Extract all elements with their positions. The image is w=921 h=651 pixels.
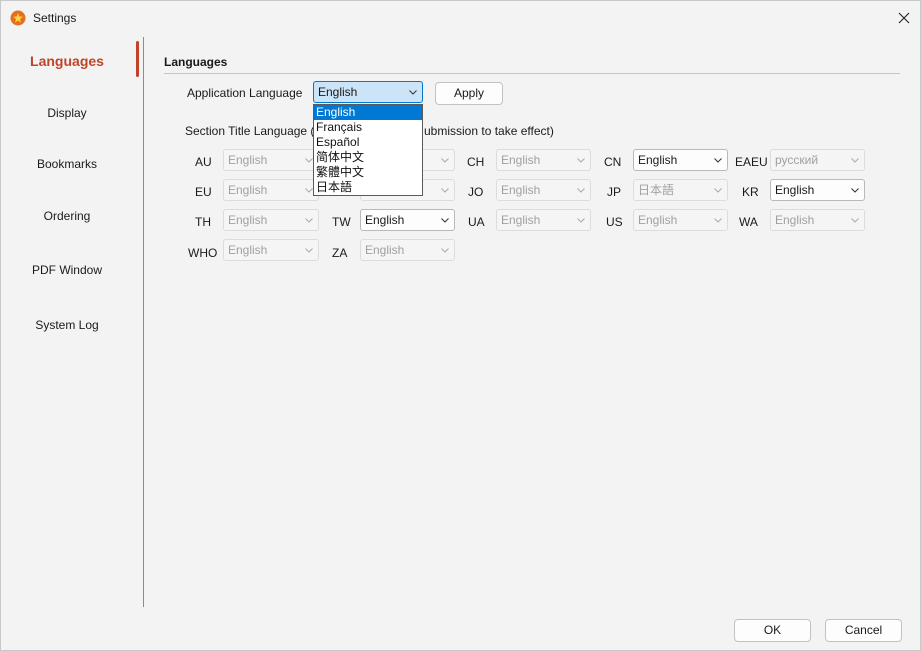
region-code-za: ZA	[332, 246, 348, 260]
language-option-japanese[interactable]: 日本語	[314, 180, 422, 195]
chevron-down-icon	[577, 158, 585, 163]
region-code-wa: WA	[739, 215, 758, 229]
region-code-au: AU	[195, 155, 212, 169]
region-code-kr: KR	[742, 185, 759, 199]
language-option-english[interactable]: English	[314, 105, 422, 120]
sidebar: Languages Display Bookmarks Ordering PDF…	[1, 35, 143, 607]
close-icon	[898, 12, 910, 24]
section-title-language-hint-left: Section Title Language (	[185, 124, 315, 138]
sidebar-item-ordering[interactable]: Ordering	[1, 209, 133, 223]
region-code-th: TH	[195, 215, 211, 229]
chevron-down-icon	[851, 218, 859, 223]
region-code-eu: EU	[195, 185, 212, 199]
region-select-who[interactable]: English	[223, 239, 319, 261]
sidebar-item-display[interactable]: Display	[1, 106, 133, 120]
region-value-th: English	[228, 213, 268, 227]
title-bar: Settings	[1, 1, 920, 35]
sidebar-item-languages[interactable]: Languages	[1, 53, 133, 69]
region-select-ch[interactable]: English	[496, 149, 591, 171]
sidebar-item-bookmarks[interactable]: Bookmarks	[1, 157, 133, 171]
app-logo-icon	[10, 10, 26, 26]
chevron-down-icon	[851, 188, 859, 193]
region-value-ch: English	[501, 153, 541, 167]
region-select-th[interactable]: English	[223, 209, 319, 231]
chevron-down-icon	[409, 90, 417, 95]
region-value-eaeu: русский	[775, 153, 819, 167]
chevron-down-icon	[577, 218, 585, 223]
close-button[interactable]	[889, 3, 919, 33]
chevron-down-icon	[441, 188, 449, 193]
languages-panel: Languages Application Language English A…	[144, 35, 920, 607]
client-area: Languages Display Bookmarks Ordering PDF…	[1, 35, 920, 650]
active-item-marker	[136, 41, 139, 77]
language-option-espanol[interactable]: Español	[314, 135, 422, 150]
ok-button[interactable]: OK	[734, 619, 811, 642]
region-value-tw: English	[365, 213, 405, 227]
region-code-jp: JP	[607, 185, 622, 199]
region-code-us: US	[606, 215, 623, 229]
language-option-simplified-chinese[interactable]: 简体中文	[314, 150, 422, 165]
sidebar-item-system-log[interactable]: System Log	[1, 318, 133, 332]
sidebar-item-pdf-window[interactable]: PDF Window	[1, 263, 133, 277]
region-code-who: WHO	[188, 246, 218, 260]
region-value-eu: English	[228, 183, 268, 197]
chevron-down-icon	[577, 188, 585, 193]
region-select-wa[interactable]: English	[770, 209, 865, 231]
region-value-who: English	[228, 243, 268, 257]
region-value-za: English	[365, 243, 405, 257]
region-value-cn: English	[638, 153, 678, 167]
chevron-down-icon	[714, 158, 722, 163]
region-value-jp: 日本語	[638, 183, 675, 197]
section-title-language-hint-right: ubmission to take effect)	[424, 124, 554, 138]
section-title: Languages	[164, 55, 228, 69]
region-value-ua: English	[501, 213, 541, 227]
region-code-eaeu: EAEU	[735, 155, 768, 169]
application-language-dropdown: English Français Español 简体中文 繁體中文 日本語	[313, 104, 423, 196]
region-code-jo: JO	[468, 185, 484, 199]
region-code-ua: UA	[468, 215, 485, 229]
region-select-ua[interactable]: English	[496, 209, 591, 231]
chevron-down-icon	[441, 158, 449, 163]
chevron-down-icon	[305, 248, 313, 253]
settings-window: Settings Languages Display Bookmarks Ord…	[0, 0, 921, 651]
chevron-down-icon	[714, 188, 722, 193]
region-select-eaeu[interactable]: русский	[770, 149, 865, 171]
region-select-za[interactable]: English	[360, 239, 455, 261]
region-select-us[interactable]: English	[633, 209, 728, 231]
region-select-eu[interactable]: English	[223, 179, 319, 201]
region-select-tw[interactable]: English	[360, 209, 455, 231]
chevron-down-icon	[441, 218, 449, 223]
region-code-ch: CH	[467, 155, 485, 169]
chevron-down-icon	[305, 188, 313, 193]
region-select-au[interactable]: English	[223, 149, 319, 171]
region-value-wa: English	[775, 213, 815, 227]
region-select-jo[interactable]: English	[496, 179, 591, 201]
apply-button[interactable]: Apply	[435, 82, 503, 105]
application-language-label: Application Language	[187, 86, 303, 100]
region-select-jp[interactable]: 日本語	[633, 179, 728, 201]
region-value-kr: English	[775, 183, 815, 197]
section-divider	[164, 73, 900, 74]
chevron-down-icon	[305, 218, 313, 223]
window-title: Settings	[33, 11, 77, 25]
application-language-value: English	[318, 85, 358, 99]
region-select-cn[interactable]: English	[633, 149, 728, 171]
language-option-francais[interactable]: Français	[314, 120, 422, 135]
language-option-traditional-chinese[interactable]: 繁體中文	[314, 165, 422, 180]
region-code-tw: TW	[332, 215, 351, 229]
region-value-jo: English	[501, 183, 541, 197]
chevron-down-icon	[714, 218, 722, 223]
region-select-kr[interactable]: English	[770, 179, 865, 201]
region-code-cn: CN	[604, 155, 622, 169]
region-value-au: English	[228, 153, 268, 167]
region-value-us: English	[638, 213, 678, 227]
chevron-down-icon	[441, 248, 449, 253]
chevron-down-icon	[305, 158, 313, 163]
chevron-down-icon	[851, 158, 859, 163]
cancel-button[interactable]: Cancel	[825, 619, 902, 642]
application-language-select[interactable]: English	[313, 81, 423, 103]
